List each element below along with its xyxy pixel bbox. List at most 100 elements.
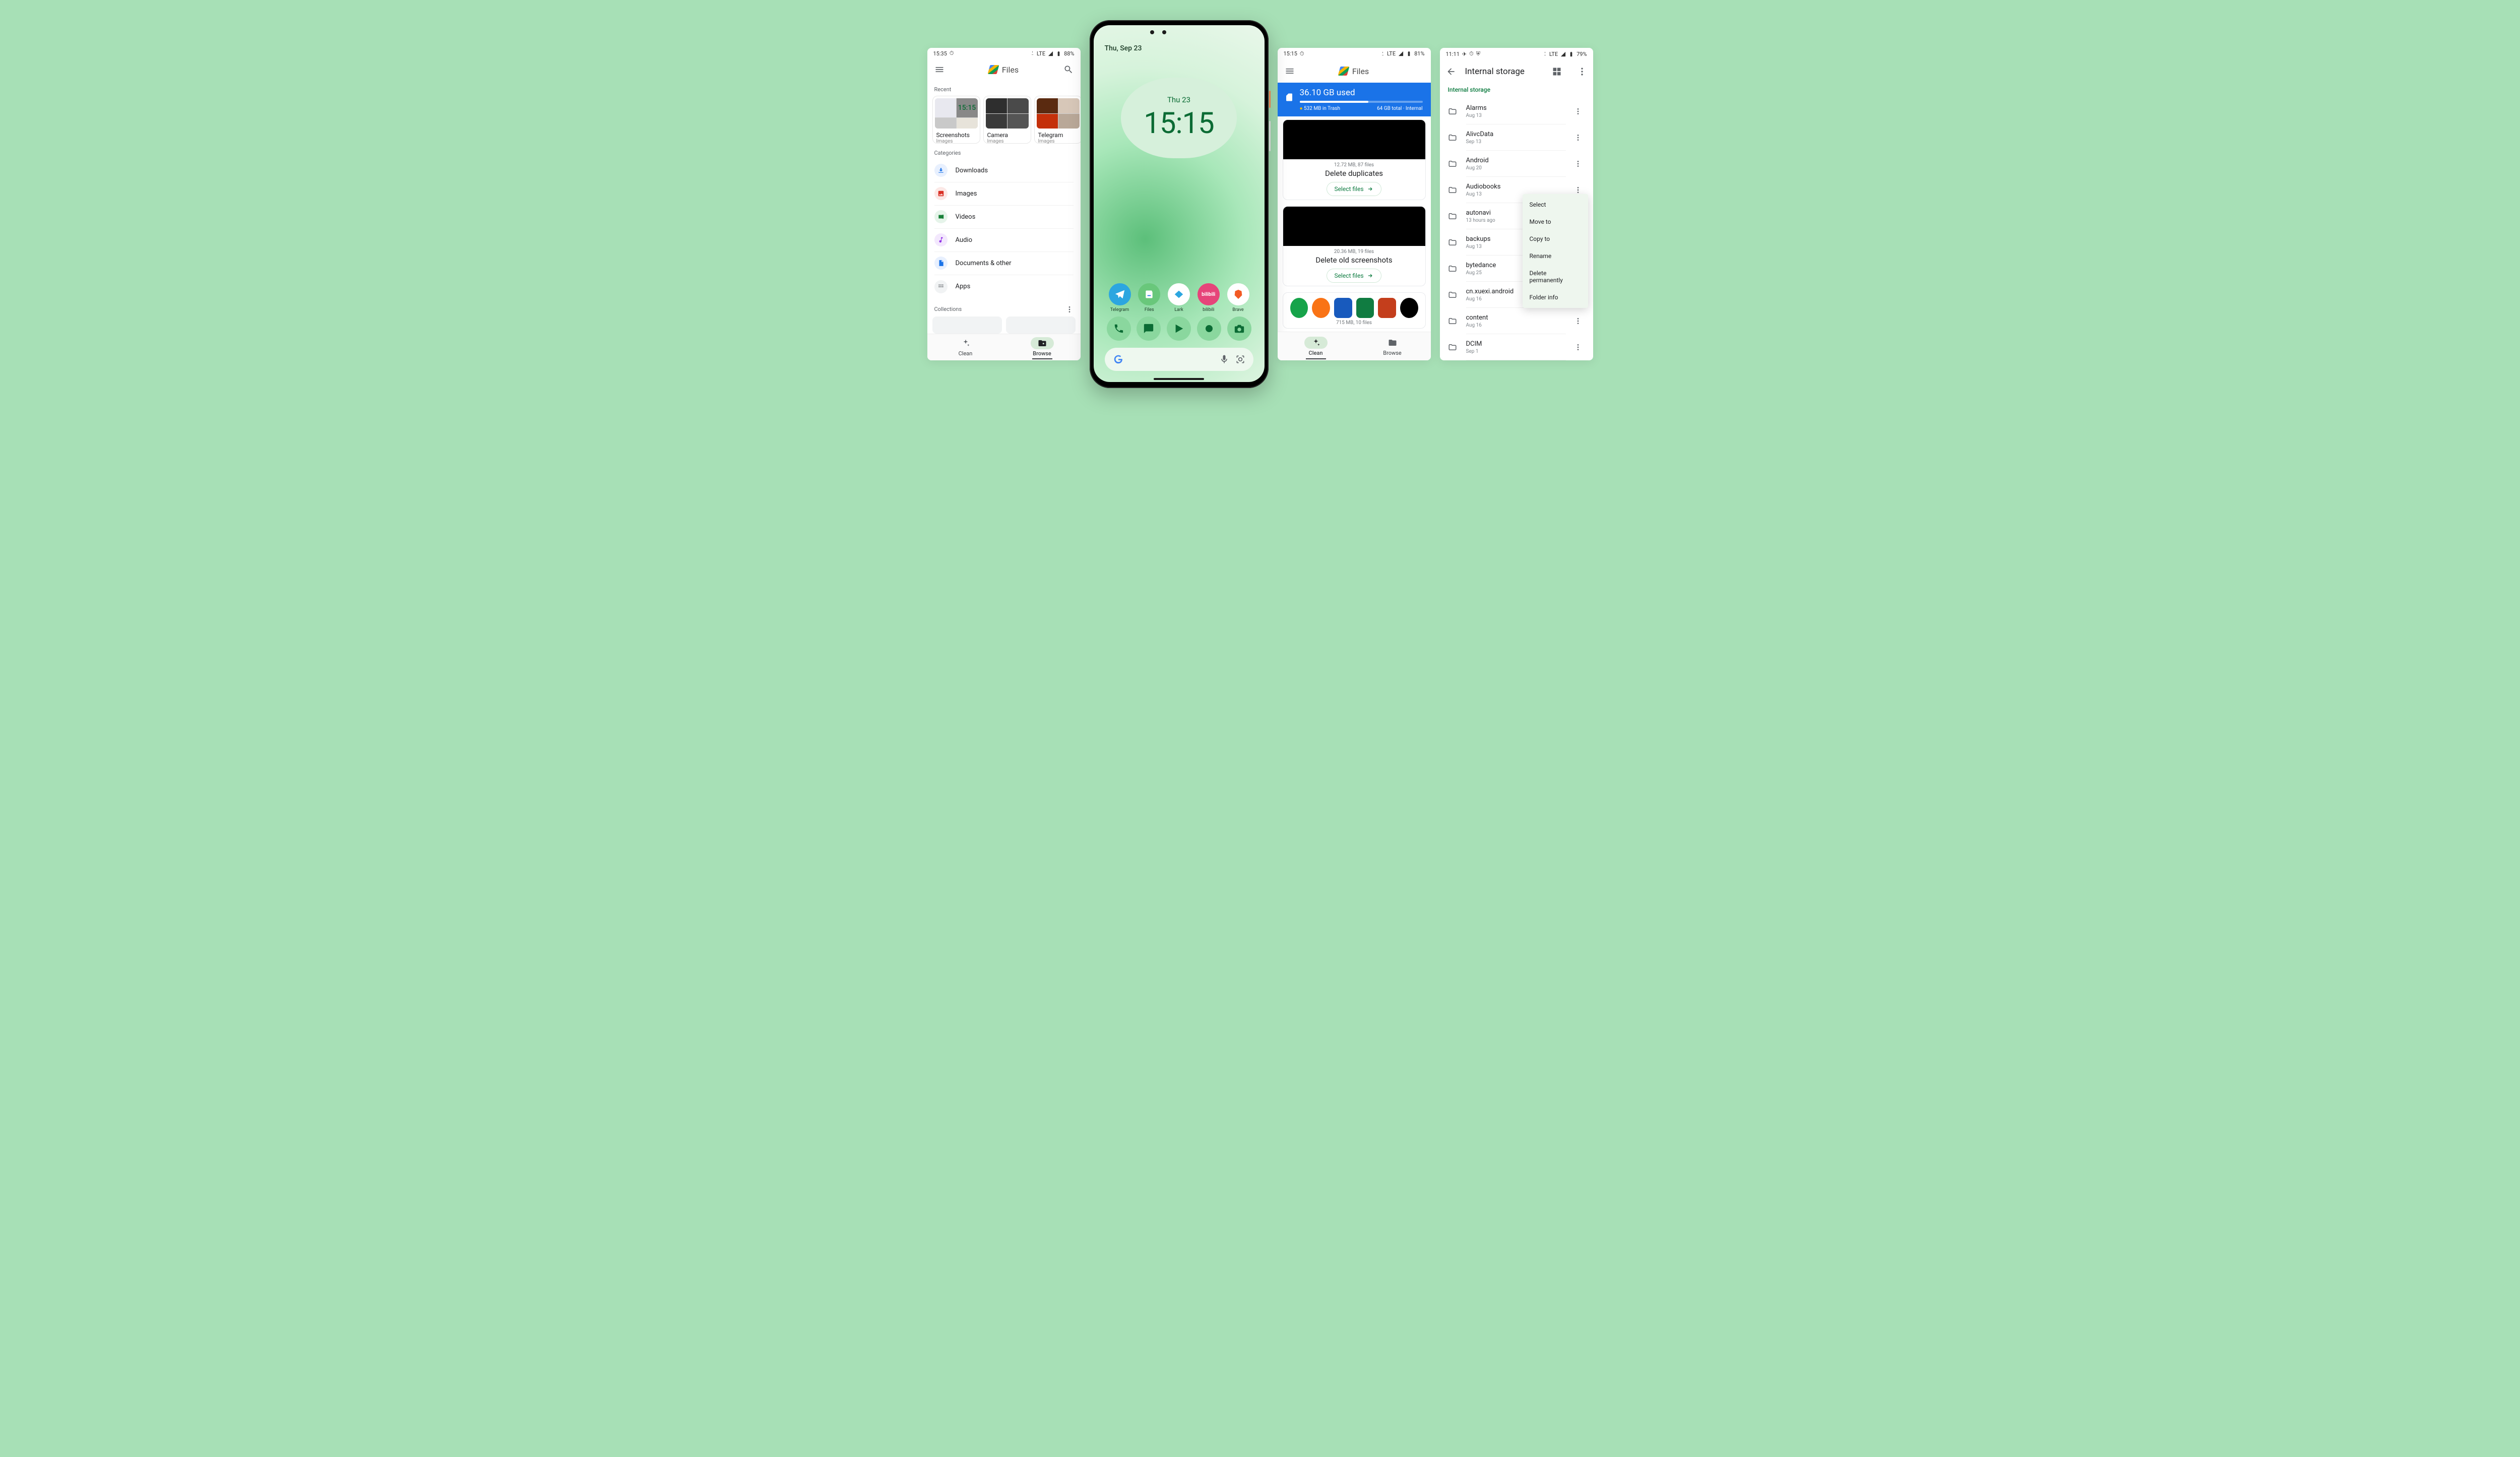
nav-clean[interactable]: Clean — [1278, 332, 1354, 360]
app-thumb — [1334, 298, 1352, 318]
back-icon[interactable] — [1446, 67, 1456, 77]
google-g-icon — [1113, 354, 1124, 365]
signal-icon — [1398, 51, 1404, 56]
recent-card-camera[interactable]: CameraImages — [983, 96, 1031, 143]
app-lark[interactable]: Lark — [1166, 283, 1192, 312]
folder-more-button[interactable] — [1574, 317, 1586, 325]
folder-more-button[interactable] — [1574, 107, 1586, 115]
category-videos[interactable]: Videos — [934, 206, 1074, 229]
phone-icon — [1113, 323, 1124, 334]
card-title: Delete old screenshots — [1283, 255, 1425, 269]
sd-card-icon — [1285, 93, 1294, 102]
lens-icon[interactable] — [1235, 354, 1245, 364]
gesture-pill[interactable] — [1154, 378, 1204, 380]
recent-scroll[interactable]: 15:15 ScreenshotsImages CameraImages Tel… — [927, 96, 1081, 143]
context-menu-item[interactable]: Select — [1523, 196, 1588, 213]
context-menu-item[interactable]: Folder info — [1523, 289, 1588, 306]
apps-meta: 715 MB, 10 files — [1283, 319, 1425, 328]
play-icon — [1173, 323, 1184, 334]
hamburger-icon[interactable] — [934, 65, 944, 75]
category-images[interactable]: Images — [934, 182, 1074, 206]
folder-more-button[interactable] — [1574, 134, 1586, 142]
app-bar: Files — [927, 59, 1081, 80]
hamburger-icon[interactable] — [1285, 66, 1295, 76]
category-audio[interactable]: Audio — [934, 229, 1074, 252]
grid-view-icon[interactable] — [1552, 67, 1562, 77]
folder-row[interactable]: AlarmsAug 13 — [1440, 98, 1593, 124]
folder-list[interactable]: AlarmsAug 13AlivcDataSep 13AndroidAug 20… — [1440, 98, 1593, 360]
folder-more-button[interactable] — [1574, 343, 1586, 351]
app-thumb — [1400, 298, 1418, 318]
battery-icon — [1406, 51, 1412, 56]
at-a-glance-date[interactable]: Thu, Sep 23 — [1105, 44, 1253, 52]
app-telegram[interactable]: Telegram — [1107, 283, 1133, 312]
files-logo-icon — [1338, 67, 1349, 76]
app-files[interactable]: Files — [1136, 283, 1162, 312]
context-menu-item[interactable]: Rename — [1523, 247, 1588, 265]
nav-clean[interactable]: Clean — [927, 334, 1004, 360]
dock-messages[interactable] — [1137, 316, 1161, 341]
folder-name: Alarms — [1466, 104, 1566, 112]
collections-row — [927, 316, 1081, 334]
collection-card[interactable] — [1006, 316, 1076, 334]
category-apps[interactable]: Apps — [934, 275, 1074, 298]
context-menu-item[interactable]: Delete permanently — [1523, 265, 1588, 289]
clean-card-duplicates: 12.72 MB, 87 files Delete duplicates Sel… — [1283, 119, 1426, 200]
select-files-button[interactable]: Select files — [1327, 269, 1381, 283]
volume-button[interactable] — [1269, 121, 1271, 151]
clock-widget[interactable]: Thu 23 15:15 — [1121, 78, 1237, 158]
nav-browse[interactable]: Browse — [1354, 332, 1431, 360]
lark-icon — [1173, 289, 1184, 300]
folder-more-button[interactable] — [1574, 160, 1586, 168]
breadcrumb[interactable]: Internal storage — [1440, 83, 1593, 98]
recent-card-telegram[interactable]: TelegramImages — [1034, 96, 1081, 143]
arrow-right-icon — [1367, 272, 1374, 279]
usage-bar — [1300, 101, 1423, 103]
preview-placeholder — [1283, 120, 1425, 159]
select-files-button[interactable]: Select files — [1327, 182, 1381, 196]
recent-card-screenshots[interactable]: 15:15 ScreenshotsImages — [932, 96, 980, 143]
status-time: 11:11 — [1446, 51, 1460, 57]
status-net: LTE — [1037, 50, 1045, 57]
folder-row[interactable]: DCIMSep 1 — [1440, 334, 1593, 360]
folder-row[interactable]: contentAug 16 — [1440, 308, 1593, 334]
folder-icon — [1447, 107, 1458, 116]
recent-header: Recent — [927, 80, 1081, 96]
folder-row[interactable]: AlivcDataSep 13 — [1440, 124, 1593, 151]
search-icon[interactable] — [1063, 65, 1074, 75]
alarm-icon: ⏱ — [950, 50, 954, 57]
folder-row[interactable]: AndroidAug 20 — [1440, 151, 1593, 177]
app-brave[interactable]: Brave — [1225, 283, 1251, 312]
homescreen[interactable]: Thu, Sep 23 Thu 23 15:15 Telegram Files … — [1094, 25, 1265, 382]
app-bilibili[interactable]: bilibilibilibili — [1195, 283, 1222, 312]
dock-phone[interactable] — [1107, 316, 1131, 341]
app-thumb — [1356, 298, 1374, 318]
category-documents[interactable]: Documents & other — [934, 252, 1074, 275]
status-bar: 15:15⏱ ⍘LTE81% — [1278, 48, 1431, 60]
folder-name: AlivcData — [1466, 131, 1566, 138]
card-meta: 12.72 MB, 87 files — [1283, 159, 1425, 168]
telegram-icon — [1114, 289, 1125, 300]
folder-more-button[interactable] — [1574, 186, 1586, 194]
search-bar[interactable] — [1105, 348, 1253, 371]
folder-name: content — [1466, 314, 1566, 322]
app-title: Files — [1339, 67, 1369, 76]
more-icon[interactable] — [1577, 67, 1587, 77]
collections-header: Collections — [927, 298, 1081, 316]
more-icon[interactable] — [1065, 305, 1074, 313]
context-menu-item[interactable]: Move to — [1523, 213, 1588, 230]
dock-camera[interactable] — [1227, 316, 1251, 341]
folder-name: DCIM — [1466, 340, 1566, 348]
context-menu-item[interactable]: Copy to — [1523, 230, 1588, 247]
power-button[interactable] — [1269, 91, 1271, 108]
category-downloads[interactable]: Downloads — [934, 159, 1074, 182]
status-bar: 11:11✈⏱⛨ ⍘LTE79% — [1440, 48, 1593, 60]
collection-card[interactable] — [932, 316, 1002, 334]
storage-usage[interactable]: 36.10 GB used ● 532 MB in Trash 64 GB to… — [1278, 83, 1431, 116]
dock-play[interactable] — [1167, 316, 1191, 341]
dock-photos[interactable] — [1197, 316, 1221, 341]
dock — [1105, 312, 1253, 341]
screenshot-clean: 15:15⏱ ⍘LTE81% Files 36.10 GB used ● 532… — [1278, 48, 1431, 360]
nav-browse[interactable]: Browse — [1004, 334, 1081, 360]
mic-icon[interactable] — [1219, 354, 1229, 364]
